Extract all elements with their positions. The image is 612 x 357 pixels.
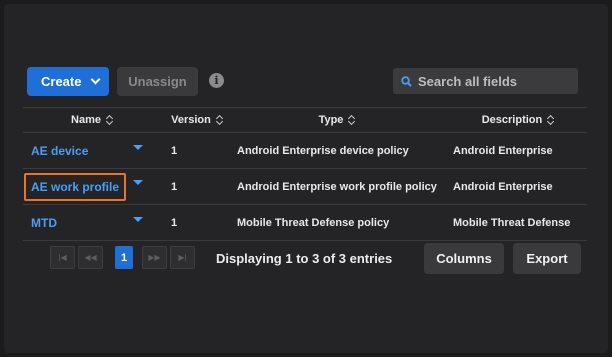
column-header-label: Name [71,114,101,126]
column-header-name[interactable]: Name [23,108,161,132]
current-page-button[interactable]: 1 [115,246,133,269]
description-cell: Android Enterprise [453,144,553,157]
caret-down-icon[interactable] [133,217,143,222]
type-cell: Android Enterprise device policy [237,144,409,157]
column-header-version[interactable]: Version [163,108,223,132]
table-row[interactable]: MTD 1 Mobile Threat Defense policy Mobil… [23,205,587,241]
caret-down-icon[interactable] [133,180,143,185]
create-button-label: Create [41,74,82,89]
columns-button[interactable]: Columns [424,243,504,274]
sort-icon [547,115,554,125]
column-header-label: Type [318,114,344,126]
sort-icon [348,115,355,125]
column-header-label: Version [171,114,211,126]
export-button-label: Export [526,251,568,266]
search-box[interactable] [393,68,578,94]
table-row[interactable]: AE device 1 Android Enterprise device po… [23,133,587,169]
columns-button-label: Columns [436,251,492,266]
description-cell: Android Enterprise [453,180,553,193]
previous-page-icon: ◀◀ [84,253,97,262]
sort-icon [216,115,223,125]
sort-icon [106,115,113,125]
version-cell: 1 [171,180,178,193]
policies-table: Name Version Type Description AE device … [23,107,587,241]
name-cell: MTD [23,205,161,240]
last-page-icon: ▶| [178,253,187,262]
export-button[interactable]: Export [513,243,581,274]
last-page-button[interactable]: ▶| [170,246,195,269]
unassign-button[interactable]: Unassign [117,67,198,96]
toolbar: Create Unassign i [27,63,587,97]
previous-page-button[interactable]: ◀◀ [78,246,103,269]
description-cell: Mobile Threat Defense [453,216,571,229]
type-cell: Mobile Threat Defense policy [237,216,390,229]
info-icon[interactable]: i [209,73,224,88]
first-page-icon: |◀ [58,253,67,262]
policy-name-link[interactable]: AE work profile [24,172,127,201]
policy-name-link[interactable]: MTD [23,216,57,230]
next-page-button[interactable]: ▶▶ [142,246,167,269]
search-input[interactable] [418,73,568,89]
next-page-icon: ▶▶ [148,253,161,262]
column-header-type[interactable]: Type [237,108,437,132]
name-cell: AE device [23,133,161,168]
type-cell: Android Enterprise work profile policy [237,180,437,193]
name-cell: AE work profile [23,169,161,204]
entries-summary: Displaying 1 to 3 of 3 entries [216,251,393,266]
chevron-down-icon [90,74,101,85]
version-cell: 1 [171,216,178,229]
search-icon [401,75,412,87]
table-row[interactable]: AE work profile 1 Android Enterprise wor… [23,169,587,205]
column-header-label: Description [481,114,543,126]
column-header-description[interactable]: Description [453,108,583,132]
policy-name-link[interactable]: AE device [23,144,88,158]
unassign-button-label: Unassign [128,74,187,89]
create-button[interactable]: Create [27,67,109,96]
table-header-row: Name Version Type Description [23,107,587,133]
version-cell: 1 [171,144,178,157]
first-page-button[interactable]: |◀ [50,246,75,269]
caret-down-icon[interactable] [133,145,143,150]
